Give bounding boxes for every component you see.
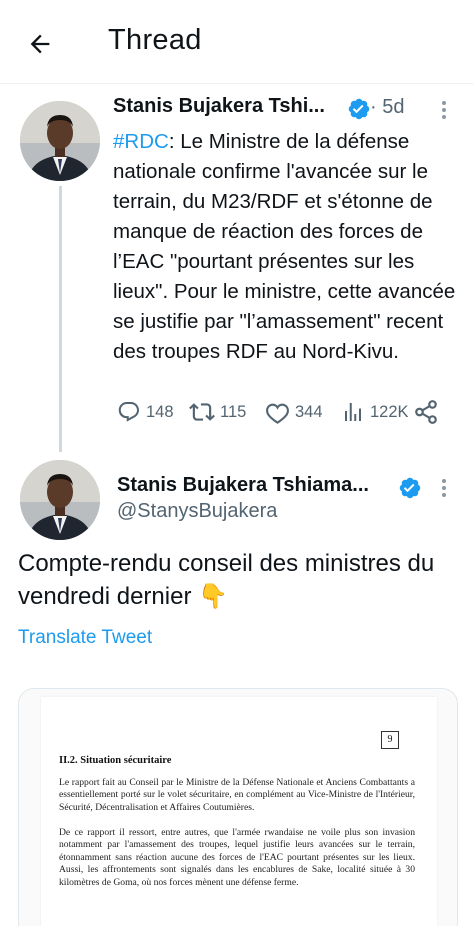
top-bar: Thread	[0, 0, 474, 84]
views-icon	[345, 403, 361, 421]
tweet-text: #RDC: Le Ministre de la défense national…	[113, 127, 465, 367]
attached-image[interactable]: 9 II.2. Situation sécuritaire Le rapport…	[18, 688, 458, 926]
tweet-timestamp[interactable]: · 5d	[370, 96, 404, 119]
translate-tweet-link[interactable]: Translate Tweet	[18, 627, 152, 649]
avatar[interactable]	[20, 101, 100, 181]
tweet-body: : Le Ministre de la défense nationale co…	[113, 130, 456, 363]
document-paragraph: De ce rapport il ressort, entre autres, …	[59, 827, 415, 888]
tweet-author-handle[interactable]: @StanysBujakera	[117, 500, 277, 523]
reply-icon	[118, 402, 139, 422]
tweet-actions: 148 115 344 122K	[113, 398, 453, 426]
avatar-portrait	[20, 101, 100, 181]
more-options-icon[interactable]	[434, 476, 454, 500]
back-button[interactable]	[22, 26, 58, 62]
reply-button[interactable]: 148	[117, 398, 174, 426]
back-arrow-icon	[30, 34, 50, 54]
views-count: 122K	[370, 402, 409, 421]
hashtag-link[interactable]: #RDC	[113, 130, 169, 153]
page-title: Thread	[108, 24, 202, 56]
document-heading: II.2. Situation sécuritaire	[59, 755, 172, 766]
tweet-text: Compte-rendu conseil des ministres du ve…	[18, 550, 435, 610]
share-button[interactable]	[413, 398, 439, 426]
like-count: 344	[295, 402, 323, 421]
like-button[interactable]: 344	[265, 398, 323, 426]
tweet-author-name[interactable]: Stanis Bujakera Tshi...	[113, 95, 325, 118]
retweet-count: 115	[220, 402, 247, 421]
thread-connector-line	[59, 186, 62, 452]
like-icon	[266, 403, 289, 424]
document-page: 9 II.2. Situation sécuritaire Le rapport…	[41, 697, 437, 926]
retweet-button[interactable]: 115	[189, 398, 246, 426]
avatar[interactable]	[20, 460, 100, 540]
views-button[interactable]: 122K	[341, 398, 409, 426]
verified-badge-icon	[348, 98, 370, 120]
more-options-icon[interactable]	[434, 98, 454, 122]
avatar-portrait	[20, 460, 100, 540]
document-paragraph: Le rapport fait au Conseil par le Minist…	[59, 777, 415, 813]
reply-count: 148	[146, 402, 174, 421]
document-page-number: 9	[381, 731, 399, 749]
retweet-icon	[189, 403, 215, 421]
verified-badge-icon	[399, 477, 421, 499]
tweet-author-name[interactable]: Stanis Bujakera Tshiama...	[117, 474, 369, 497]
share-icon	[415, 400, 437, 424]
